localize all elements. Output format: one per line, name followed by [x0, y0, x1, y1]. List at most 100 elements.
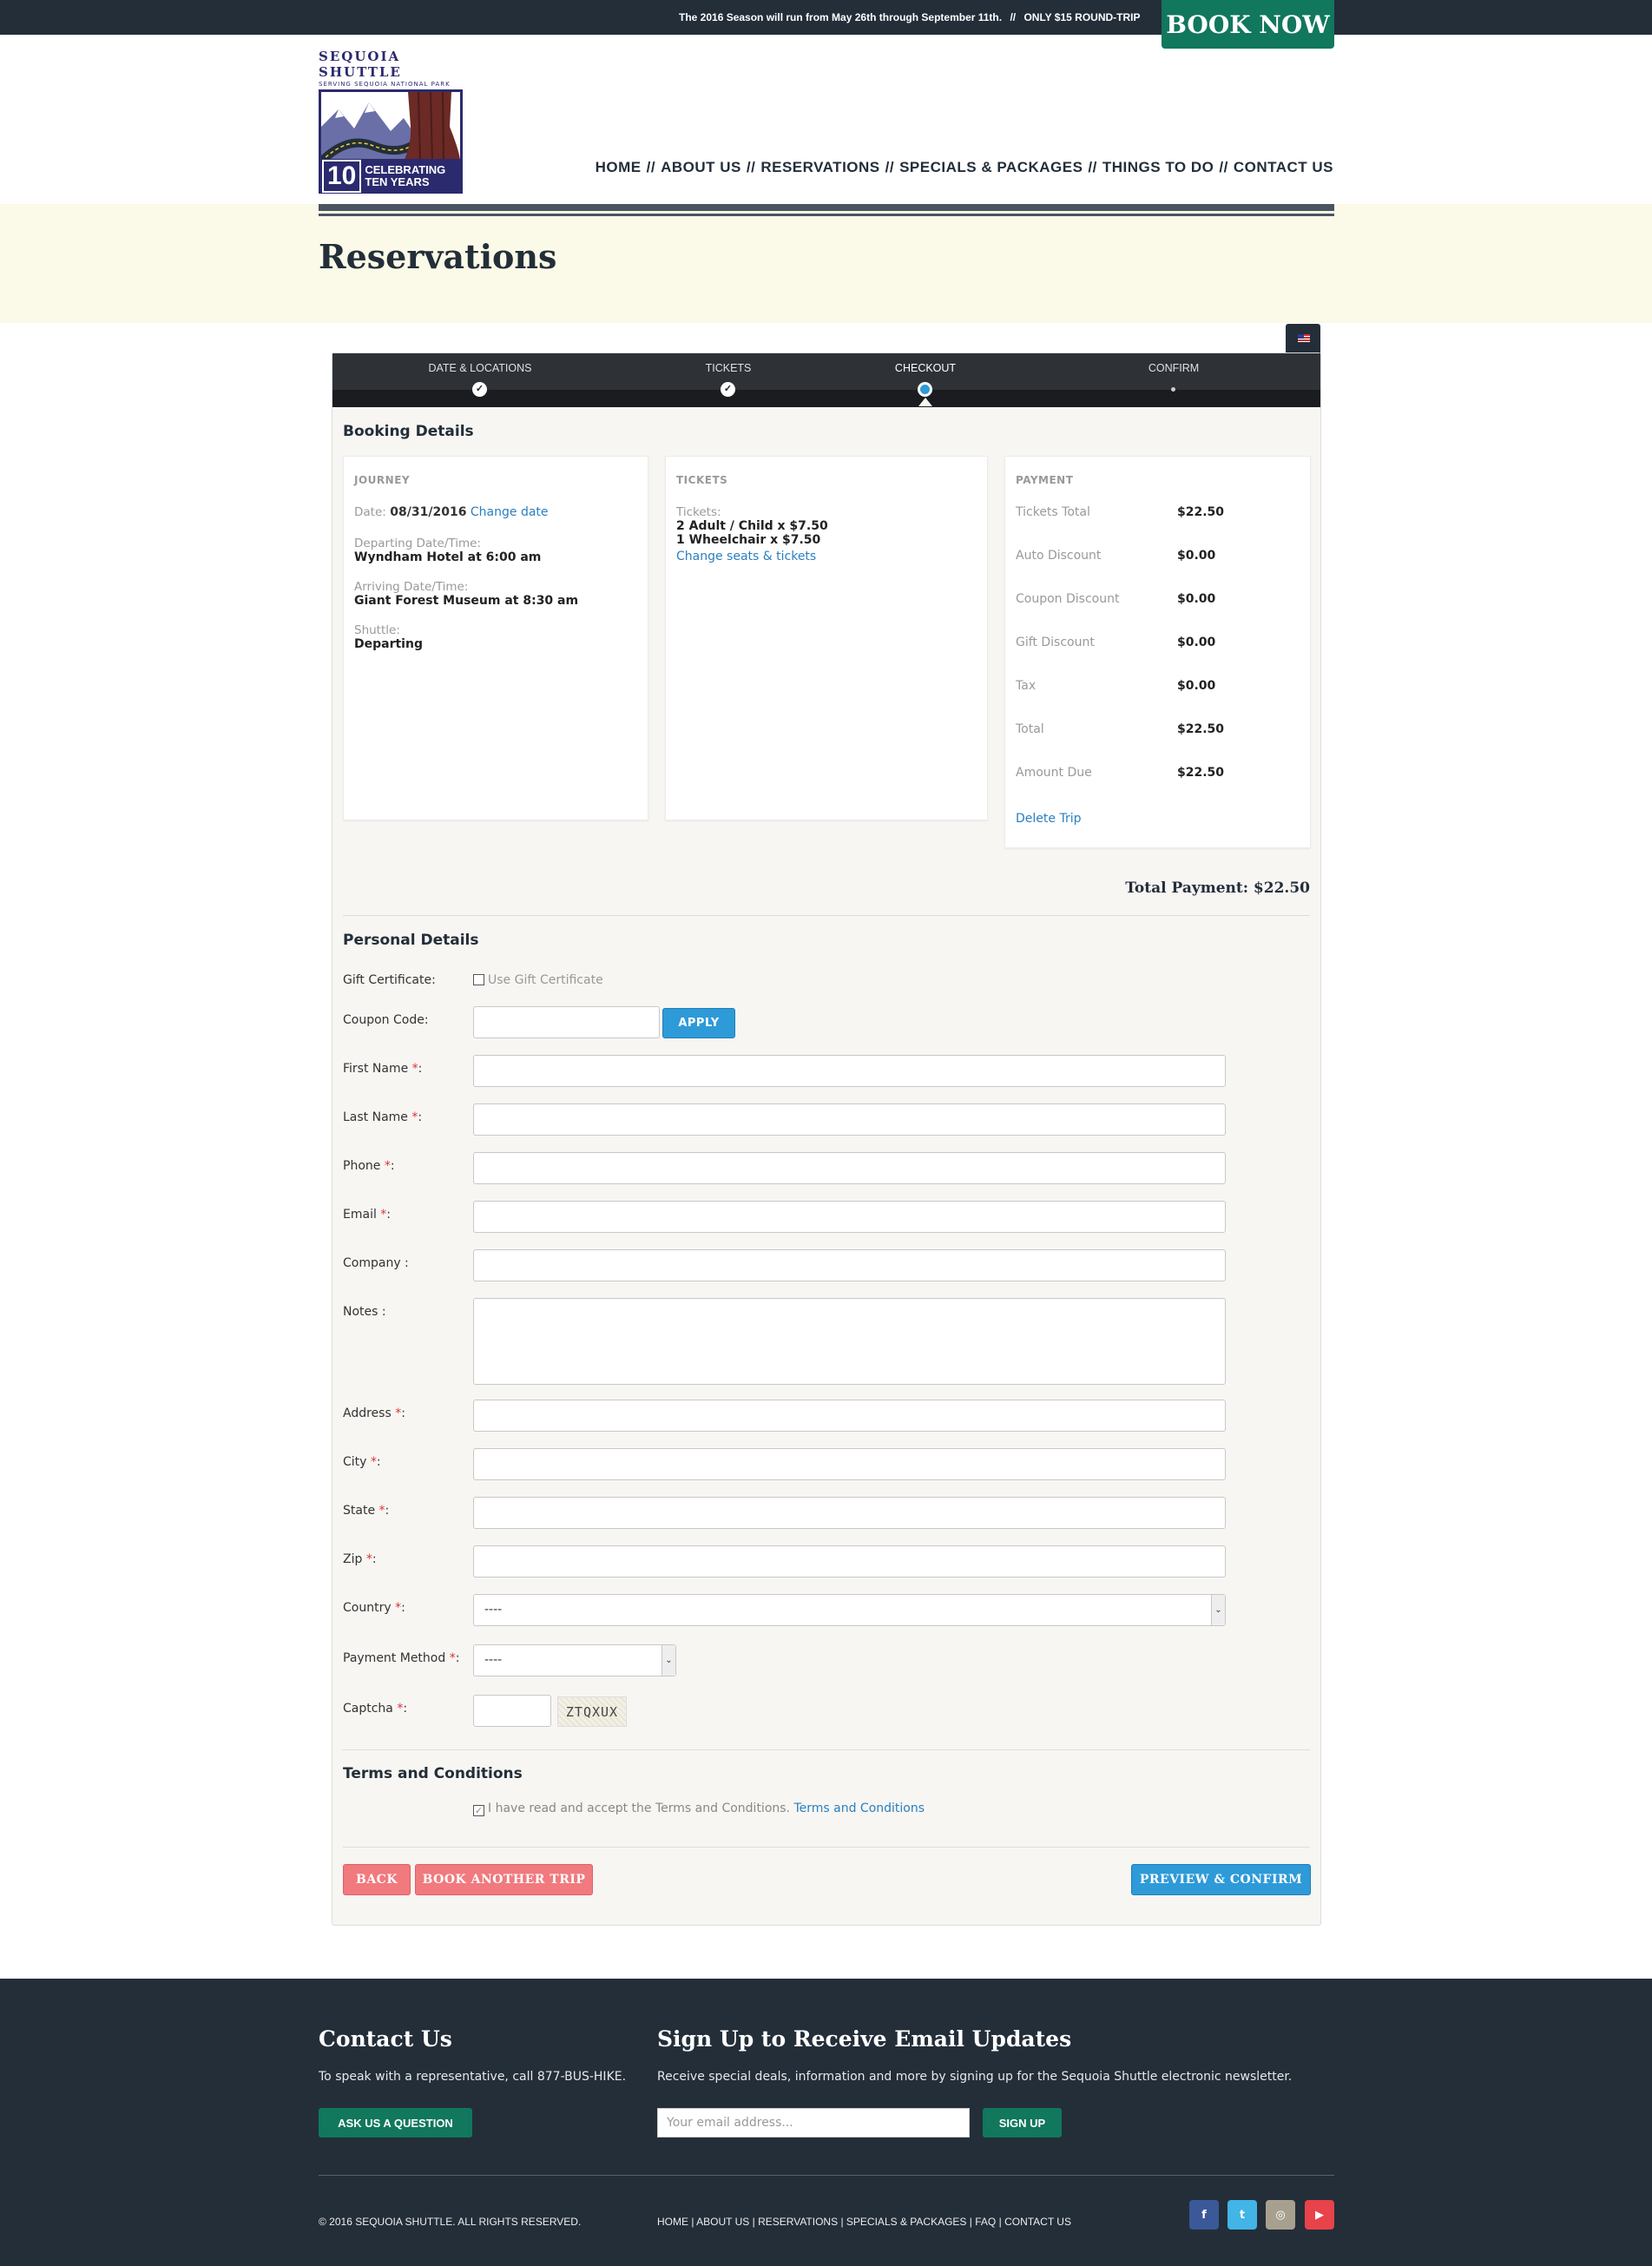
label-colon: :	[401, 1406, 405, 1420]
ticket-line-wheelchair: 1 Wheelchair x $7.50	[676, 533, 821, 547]
terms-link[interactable]: Terms and Conditions	[793, 1802, 925, 1815]
logo-title: SEQUOIA SHUTTLE	[319, 49, 402, 80]
nav-reservations[interactable]: RESERVATIONS	[760, 159, 879, 176]
chevron-down-icon: ⌄	[661, 1645, 675, 1676]
field-label: Email	[343, 1208, 377, 1222]
language-selector[interactable]	[1286, 324, 1320, 353]
nav-home[interactable]: HOME	[596, 159, 642, 176]
copyright: © 2016 SEQUOIA SHUTTLE. ALL RIGHTS RESER…	[319, 2216, 582, 2228]
back-button[interactable]: BACK	[343, 1864, 411, 1895]
payment-label: Total	[1016, 722, 1044, 736]
footer-link-specials[interactable]: SPECIALS & PACKAGES	[846, 2216, 967, 2228]
nav-separator: //	[646, 159, 656, 175]
newsletter-email-input[interactable]: Your email address...	[657, 2108, 970, 2138]
zip-field[interactable]	[473, 1545, 1226, 1578]
company-field[interactable]	[473, 1249, 1226, 1281]
captcha-input[interactable]	[473, 1695, 551, 1727]
preview-confirm-button[interactable]: PREVIEW & CONFIRM	[1131, 1864, 1311, 1895]
book-another-trip-button[interactable]: BOOK ANOTHER TRIP	[415, 1864, 593, 1895]
tickets-heading: TICKETS	[676, 474, 728, 486]
date-label: Date:	[354, 505, 386, 519]
change-date-link[interactable]: Change date	[471, 505, 549, 519]
footer-link-separator: |	[998, 2216, 1002, 2228]
pending-step-icon	[1171, 387, 1175, 392]
payment-method-select[interactable]: ---- ⌄	[473, 1644, 676, 1676]
city-field[interactable]	[473, 1448, 1226, 1480]
terms-text: I have read and accept the Terms and Con…	[488, 1802, 791, 1815]
last-name-field[interactable]	[473, 1103, 1226, 1136]
footer-link-separator: |	[691, 2216, 694, 2228]
terms-heading: Terms and Conditions	[343, 1765, 523, 1782]
footer-link-about[interactable]: ABOUT US	[696, 2216, 749, 2228]
divider	[343, 1749, 1310, 1750]
footer-link-contact[interactable]: CONTACT US	[1004, 2216, 1071, 2228]
footer-divider	[319, 2175, 1334, 2176]
footer-link-home[interactable]: HOME	[657, 2216, 688, 2228]
anniversary-badge: 10 CELEBRATING TEN YEARS	[319, 159, 463, 194]
nav-things-to-do[interactable]: THINGS TO DO	[1102, 159, 1214, 176]
nav-contact-us[interactable]: CONTACT US	[1234, 159, 1333, 176]
gift-certificate-checkbox[interactable]	[473, 974, 484, 985]
change-seats-link[interactable]: Change seats & tickets	[676, 550, 816, 563]
apply-coupon-button[interactable]: APPLY	[662, 1008, 735, 1038]
delete-trip-link[interactable]: Delete Trip	[1016, 812, 1081, 826]
payment-row: Tax $0.00	[1016, 679, 1300, 722]
footer-link-faq[interactable]: FAQ	[975, 2216, 996, 2228]
required-mark: *	[411, 1062, 418, 1076]
required-mark: *	[365, 1552, 372, 1566]
footer-link-separator: |	[752, 2216, 755, 2228]
address-field[interactable]	[473, 1400, 1226, 1432]
sign-up-button[interactable]: SIGN UP	[983, 2108, 1062, 2138]
notes-textarea[interactable]	[473, 1298, 1226, 1385]
us-flag-icon	[1298, 334, 1310, 342]
gift-certificate-label: Gift Certificate:	[343, 973, 436, 987]
facebook-icon[interactable]: f	[1189, 2200, 1219, 2230]
price-text: ONLY $15 ROUND-TRIP	[1023, 11, 1141, 23]
nav-separator: //	[746, 159, 756, 175]
country-select[interactable]: ---- ⌄	[473, 1594, 1226, 1626]
logo-illustration	[319, 89, 463, 159]
label-colon: :	[418, 1110, 423, 1124]
label-colon: :	[403, 1702, 408, 1716]
phone-field[interactable]	[473, 1152, 1226, 1184]
date-value: 08/31/2016	[390, 505, 467, 519]
booking-details-heading: Booking Details	[343, 423, 474, 440]
ask-question-button[interactable]: ASK US A QUESTION	[319, 2108, 472, 2138]
required-mark: *	[449, 1651, 456, 1665]
payment-row: Coupon Discount $0.00	[1016, 592, 1300, 636]
footer-link-separator: |	[969, 2216, 972, 2228]
state-label: State *:	[343, 1504, 389, 1518]
email-field[interactable]	[473, 1201, 1226, 1233]
payment-value: $0.00	[1177, 679, 1216, 693]
site-logo[interactable]: SEQUOIA SHUTTLE SERVING SEQUOIA NATIONAL…	[319, 49, 463, 194]
label-colon: :	[376, 1455, 381, 1469]
active-step-icon	[918, 382, 932, 397]
gift-certificate-option[interactable]: Use Gift Certificate	[473, 973, 603, 987]
label-colon: :	[418, 1062, 423, 1076]
announcement-bar: The 2016 Season will run from May 26th t…	[0, 0, 1652, 35]
book-now-button[interactable]: BOOK NOW	[1162, 0, 1334, 49]
twitter-icon[interactable]: t	[1227, 2200, 1257, 2230]
check-icon: ✓	[472, 382, 487, 397]
required-mark: *	[378, 1504, 385, 1518]
main-nav: HOME// ABOUT US// RESERVATIONS// SPECIAL…	[596, 159, 1333, 176]
state-field[interactable]	[473, 1497, 1226, 1529]
field-label: Zip	[343, 1552, 363, 1566]
label-colon: :	[390, 1159, 395, 1173]
footer-link-separator: |	[840, 2216, 844, 2228]
payment-label: Amount Due	[1016, 766, 1092, 780]
payment-label: Tickets Total	[1016, 505, 1090, 519]
check-icon: ✓	[721, 382, 735, 397]
terms-checkbox[interactable]: ✓	[473, 1805, 484, 1816]
required-mark: *	[384, 1159, 391, 1173]
first-name-label: First Name *:	[343, 1062, 422, 1076]
youtube-icon[interactable]: ▶	[1305, 2200, 1334, 2230]
coupon-input[interactable]	[473, 1006, 660, 1038]
country-selected-value: ----	[484, 1603, 503, 1617]
instagram-icon[interactable]: ◎	[1266, 2200, 1295, 2230]
nav-about-us[interactable]: ABOUT US	[661, 159, 741, 176]
footer-link-reservations[interactable]: RESERVATIONS	[758, 2216, 838, 2228]
nav-specials-packages[interactable]: SPECIALS & PACKAGES	[899, 159, 1083, 176]
first-name-field[interactable]	[473, 1055, 1226, 1087]
payment-row: Total $22.50	[1016, 722, 1300, 766]
